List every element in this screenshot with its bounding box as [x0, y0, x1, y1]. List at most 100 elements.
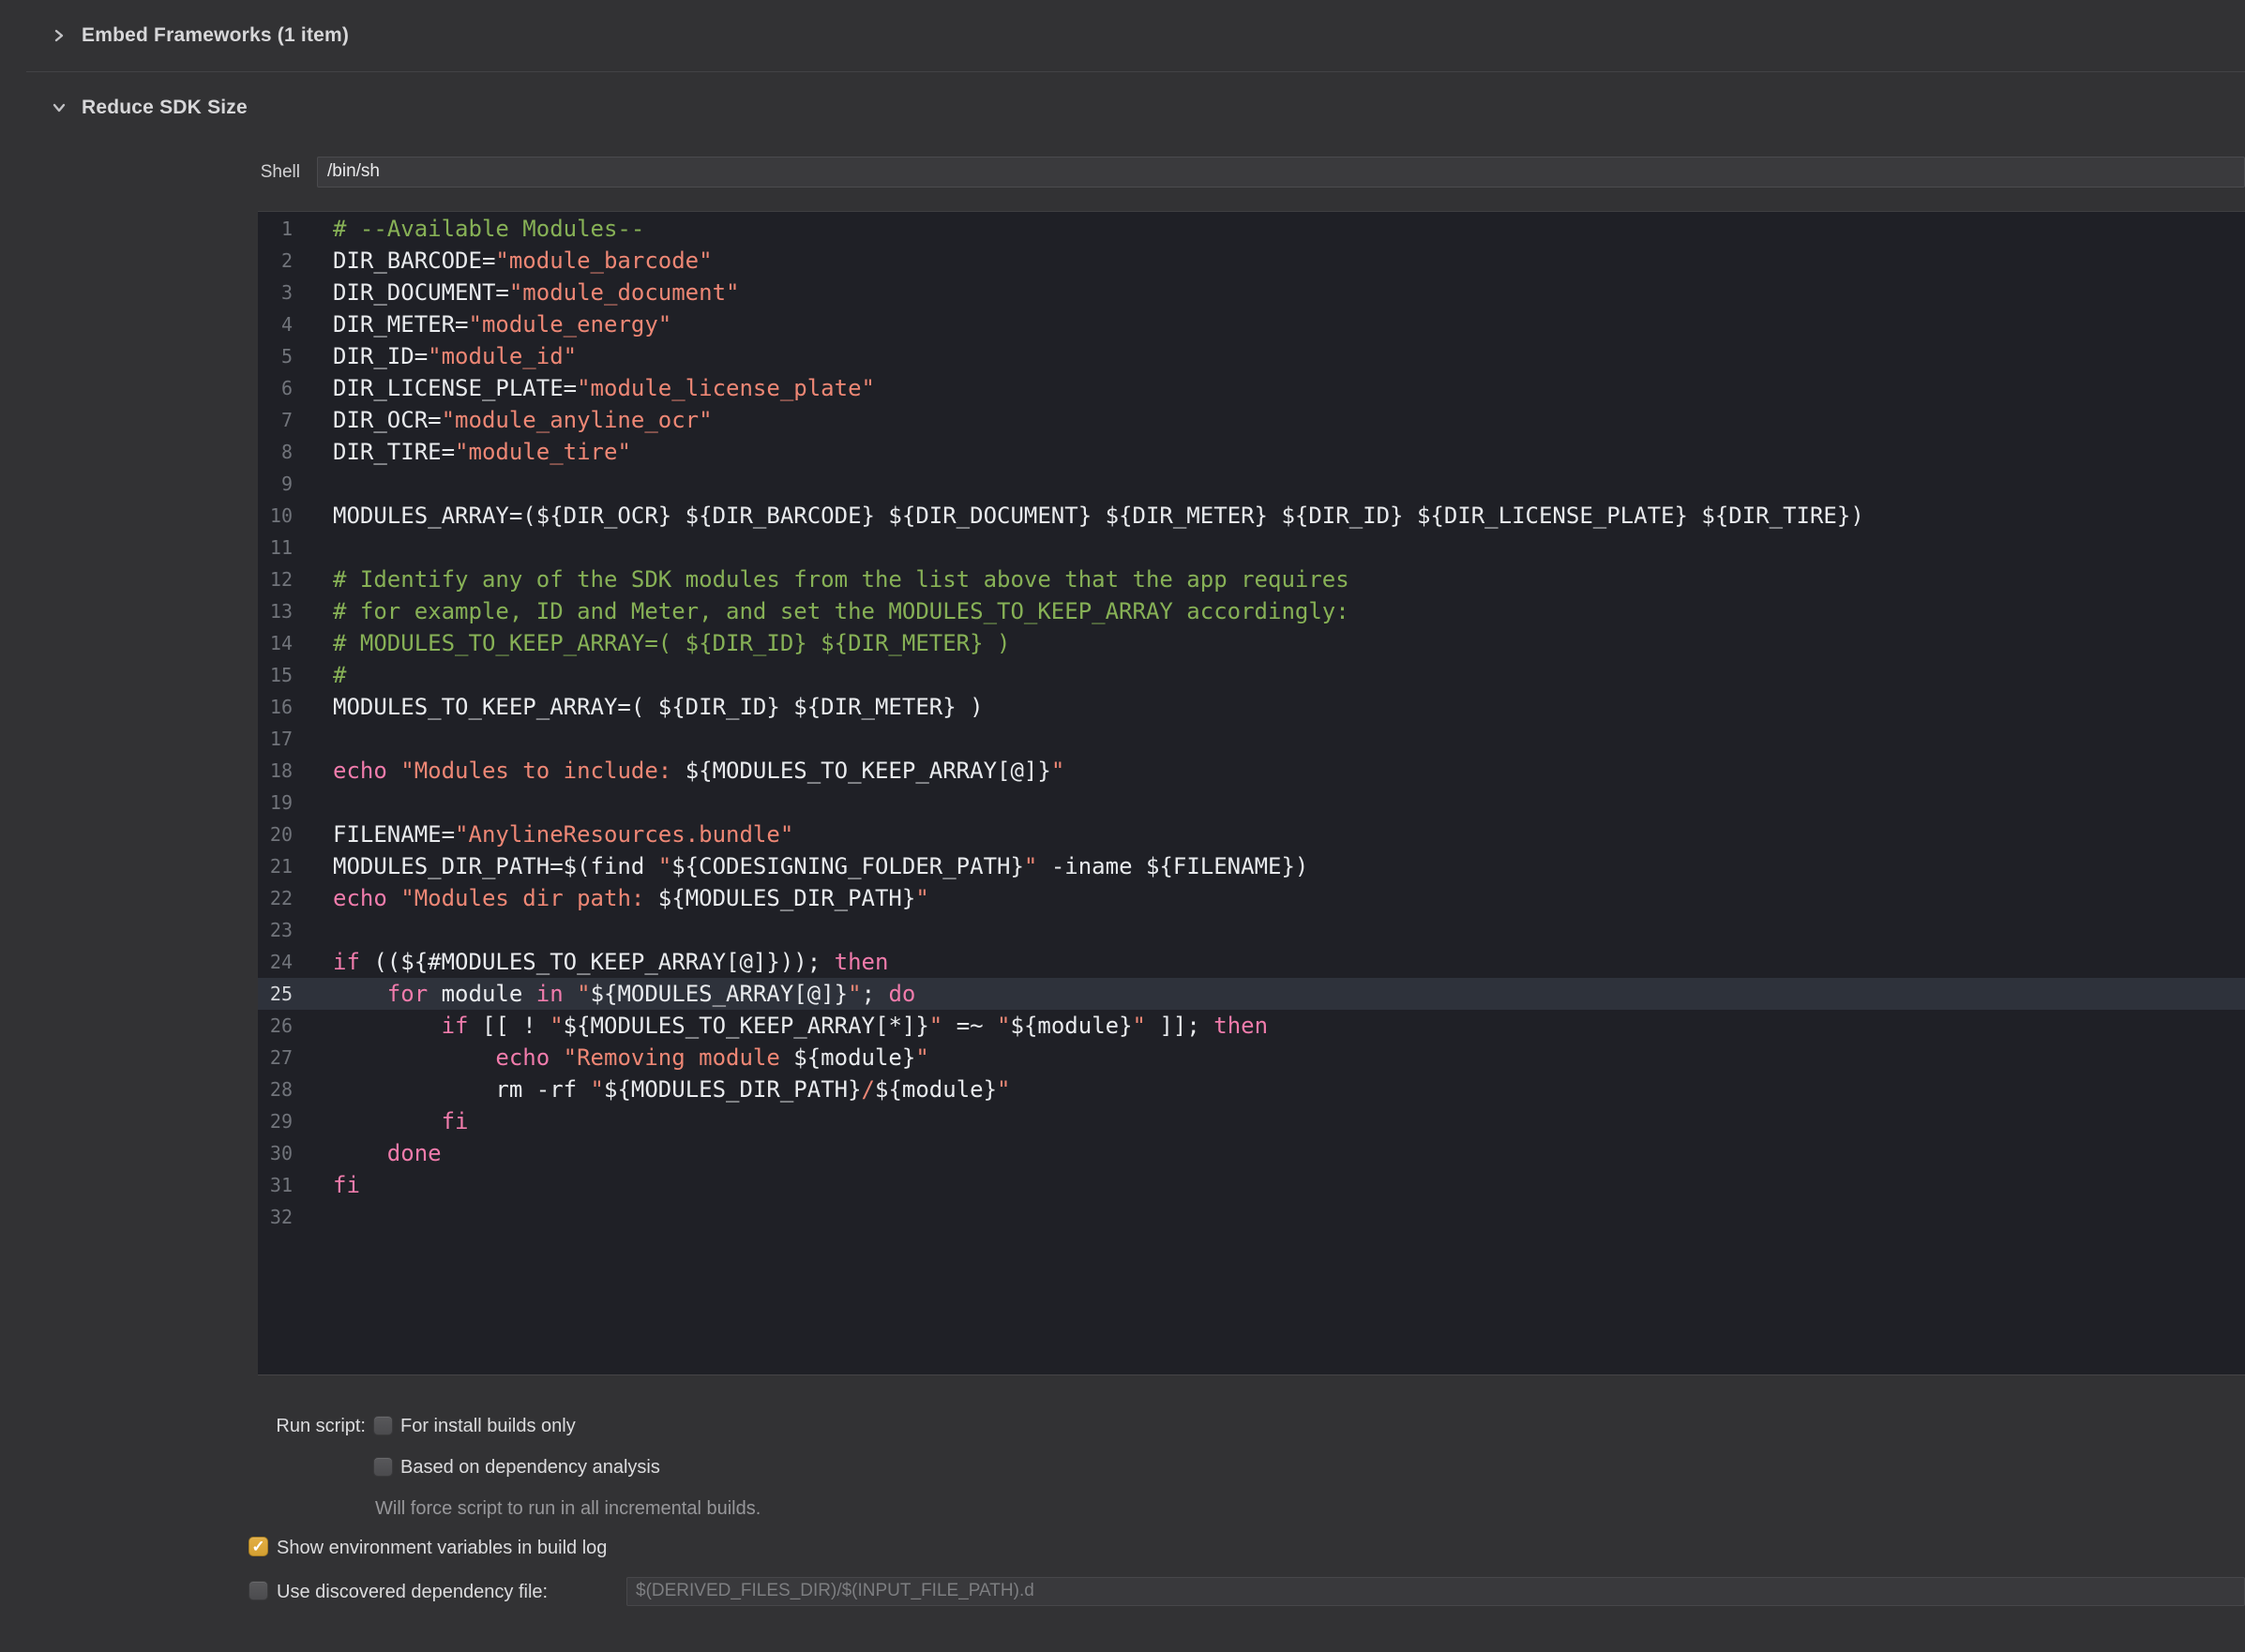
code-line[interactable]: 22echo "Modules dir path: ${MODULES_DIR_…: [258, 882, 2245, 914]
code-line[interactable]: 29 fi: [258, 1105, 2245, 1137]
code-text: # --Available Modules--: [293, 213, 644, 245]
code-line[interactable]: 23: [258, 914, 2245, 946]
chevron-down-icon[interactable]: [52, 100, 67, 115]
code-text: FILENAME="AnylineResources.bundle": [293, 818, 793, 850]
line-number: 27: [258, 1042, 293, 1074]
code-line[interactable]: 14# MODULES_TO_KEEP_ARRAY=( ${DIR_ID} ${…: [258, 627, 2245, 659]
line-number: 21: [258, 850, 293, 882]
code-text: DIR_ID="module_id": [293, 340, 577, 372]
shell-input[interactable]: /bin/sh: [317, 157, 2245, 188]
checkmark-icon: ✓: [249, 1538, 267, 1555]
code-text: DIR_DOCUMENT="module_document": [293, 277, 739, 308]
code-line[interactable]: 19: [258, 787, 2245, 818]
dependency-file-input[interactable]: $(DERIVED_FILES_DIR)/$(INPUT_FILE_PATH).…: [626, 1577, 2245, 1606]
line-number: 9: [258, 468, 293, 500]
code-line[interactable]: 21MODULES_DIR_PATH=$(find "${CODESIGNING…: [258, 850, 2245, 882]
line-number: 1: [258, 213, 293, 245]
use-discovered-dependency-file-checkbox[interactable]: ✓: [249, 1581, 268, 1600]
line-number: 11: [258, 532, 293, 563]
code-line[interactable]: 17: [258, 723, 2245, 755]
code-line[interactable]: 8DIR_TIRE="module_tire": [258, 436, 2245, 468]
code-line[interactable]: 24if ((${#MODULES_TO_KEEP_ARRAY[@]})); t…: [258, 946, 2245, 978]
line-number: 24: [258, 946, 293, 978]
code-line[interactable]: 26 if [[ ! "${MODULES_TO_KEEP_ARRAY[*]}"…: [258, 1010, 2245, 1042]
dependency-file-placeholder: $(DERIVED_FILES_DIR)/$(INPUT_FILE_PATH).…: [636, 1581, 1034, 1600]
section-divider: [26, 71, 2245, 72]
line-number: 15: [258, 659, 293, 691]
show-environment-variables-checkbox[interactable]: ✓: [249, 1537, 268, 1556]
script-editor[interactable]: 1# --Available Modules--2DIR_BARCODE="mo…: [258, 211, 2245, 1375]
phase-title: Embed Frameworks (1 item): [82, 24, 349, 47]
code-line[interactable]: 2DIR_BARCODE="module_barcode": [258, 245, 2245, 277]
phase-header-embed-frameworks[interactable]: Embed Frameworks (1 item): [52, 20, 349, 52]
code-text: # Identify any of the SDK modules from t…: [293, 563, 1349, 595]
based-on-dependency-analysis-checkbox[interactable]: ✓: [373, 1457, 393, 1477]
use-discovered-dependency-file-label: Use discovered dependency file:: [277, 1581, 548, 1603]
chevron-right-icon[interactable]: [52, 28, 67, 43]
code-text: MODULES_ARRAY=(${DIR_OCR} ${DIR_BARCODE}…: [293, 500, 1864, 532]
code-line[interactable]: 7DIR_OCR="module_anyline_ocr": [258, 404, 2245, 436]
line-number: 8: [258, 436, 293, 468]
line-number: 5: [258, 340, 293, 372]
code-line[interactable]: 28 rm -rf "${MODULES_DIR_PATH}/${module}…: [258, 1074, 2245, 1105]
code-text: [293, 1201, 333, 1233]
code-text: [293, 532, 333, 563]
code-text: DIR_BARCODE="module_barcode": [293, 245, 713, 277]
code-line[interactable]: 20FILENAME="AnylineResources.bundle": [258, 818, 2245, 850]
code-text: if [[ ! "${MODULES_TO_KEEP_ARRAY[*]}" =~…: [293, 1010, 1268, 1042]
code-line[interactable]: 16MODULES_TO_KEEP_ARRAY=( ${DIR_ID} ${DI…: [258, 691, 2245, 723]
code-text: #: [293, 659, 346, 691]
line-number: 14: [258, 627, 293, 659]
code-line[interactable]: 27 echo "Removing module ${module}": [258, 1042, 2245, 1074]
code-line[interactable]: 6DIR_LICENSE_PLATE="module_license_plate…: [258, 372, 2245, 404]
code-text: done: [293, 1137, 442, 1169]
line-number: 32: [258, 1201, 293, 1233]
code-text: fi: [293, 1169, 360, 1201]
code-text: [293, 468, 333, 500]
code-line[interactable]: 30 done: [258, 1137, 2245, 1169]
code-text: # MODULES_TO_KEEP_ARRAY=( ${DIR_ID} ${DI…: [293, 627, 1010, 659]
line-number: 18: [258, 755, 293, 787]
code-line[interactable]: 18echo "Modules to include: ${MODULES_TO…: [258, 755, 2245, 787]
code-text: DIR_LICENSE_PLATE="module_license_plate": [293, 372, 875, 404]
dependency-analysis-note: Will force script to run in all incremen…: [375, 1497, 761, 1520]
for-install-builds-only-checkbox[interactable]: ✓: [373, 1416, 393, 1435]
code-text: rm -rf "${MODULES_DIR_PATH}/${module}": [293, 1074, 1011, 1105]
code-line[interactable]: 9: [258, 468, 2245, 500]
code-line[interactable]: 11: [258, 532, 2245, 563]
shell-value: /bin/sh: [327, 161, 380, 181]
code-text: [293, 914, 333, 946]
code-text: MODULES_DIR_PATH=$(find "${CODESIGNING_F…: [293, 850, 1308, 882]
line-number: 25: [258, 978, 293, 1010]
code-text: fi: [293, 1105, 469, 1137]
line-number: 7: [258, 404, 293, 436]
line-number: 28: [258, 1074, 293, 1105]
code-line[interactable]: 10MODULES_ARRAY=(${DIR_OCR} ${DIR_BARCOD…: [258, 500, 2245, 532]
line-number: 29: [258, 1105, 293, 1137]
code-line[interactable]: 5DIR_ID="module_id": [258, 340, 2245, 372]
code-line[interactable]: 13# for example, ID and Meter, and set t…: [258, 595, 2245, 627]
code-text: if ((${#MODULES_TO_KEEP_ARRAY[@]})); the…: [293, 946, 888, 978]
code-line[interactable]: 1# --Available Modules--: [258, 213, 2245, 245]
line-number: 3: [258, 277, 293, 308]
code-line[interactable]: 12# Identify any of the SDK modules from…: [258, 563, 2245, 595]
line-number: 12: [258, 563, 293, 595]
phase-header-reduce-sdk-size[interactable]: Reduce SDK Size: [52, 92, 248, 124]
shell-label: Shell: [216, 161, 300, 184]
based-on-dependency-analysis-label: Based on dependency analysis: [400, 1456, 660, 1479]
code-line[interactable]: 15#: [258, 659, 2245, 691]
phase-title: Reduce SDK Size: [82, 97, 248, 119]
code-line[interactable]: 31fi: [258, 1169, 2245, 1201]
code-line[interactable]: 32: [258, 1201, 2245, 1233]
line-number: 13: [258, 595, 293, 627]
line-number: 23: [258, 914, 293, 946]
line-number: 20: [258, 818, 293, 850]
line-number: 16: [258, 691, 293, 723]
code-text: # for example, ID and Meter, and set the…: [293, 595, 1349, 627]
for-install-builds-only-label: For install builds only: [400, 1415, 576, 1437]
code-line[interactable]: 25 for module in "${MODULES_ARRAY[@]}"; …: [258, 978, 2245, 1010]
code-line[interactable]: 4DIR_METER="module_energy": [258, 308, 2245, 340]
run-script-label: Run script:: [216, 1415, 366, 1437]
code-line[interactable]: 3DIR_DOCUMENT="module_document": [258, 277, 2245, 308]
line-number: 26: [258, 1010, 293, 1042]
